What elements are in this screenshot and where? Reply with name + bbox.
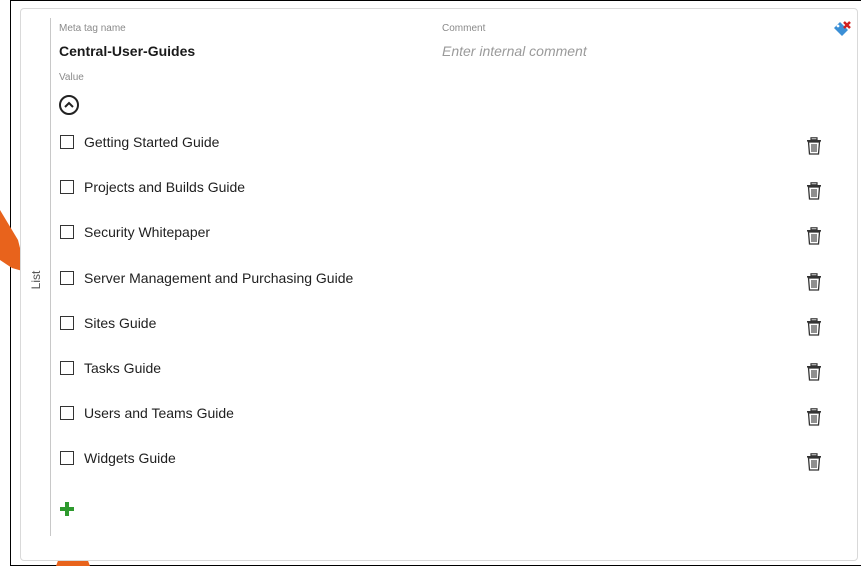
comment-input[interactable]: [442, 43, 742, 59]
list-item: Sites Guide: [60, 314, 830, 336]
add-item-button[interactable]: [60, 502, 74, 516]
item-label: Sites Guide: [84, 315, 157, 331]
comment-label: Comment: [442, 23, 486, 34]
item-label: Users and Teams Guide: [84, 405, 234, 421]
trash-icon[interactable]: [806, 273, 822, 291]
item-checkbox[interactable]: [60, 451, 74, 465]
value-label: Value: [59, 72, 84, 83]
list-item: Getting Started Guide: [60, 133, 830, 155]
trash-icon[interactable]: [806, 182, 822, 200]
trash-icon[interactable]: [806, 408, 822, 426]
trash-icon[interactable]: [806, 363, 822, 381]
item-label: Tasks Guide: [84, 360, 162, 376]
list-side-line: [50, 18, 51, 536]
item-label: Security Whitepaper: [84, 224, 211, 240]
item-checkbox[interactable]: [60, 361, 74, 375]
trash-icon[interactable]: [806, 227, 822, 245]
tag-remove-icon[interactable]: [832, 20, 852, 40]
item-checkbox[interactable]: [60, 180, 74, 194]
list-item: Projects and Builds Guide: [60, 178, 830, 200]
list-item: Widgets Guide: [60, 449, 830, 471]
trash-icon[interactable]: [806, 137, 822, 155]
item-label: Server Management and Purchasing Guide: [84, 270, 354, 286]
item-checkbox[interactable]: [60, 135, 74, 149]
collapse-button[interactable]: [59, 95, 79, 115]
list-side-label: List: [29, 270, 43, 290]
item-label: Widgets Guide: [84, 450, 176, 466]
item-label: Getting Started Guide: [84, 134, 220, 150]
list-item: Users and Teams Guide: [60, 404, 830, 426]
item-checkbox[interactable]: [60, 225, 74, 239]
list-item: Tasks Guide: [60, 359, 830, 381]
trash-icon[interactable]: [806, 318, 822, 336]
chevron-up-icon: [64, 101, 74, 108]
item-checkbox[interactable]: [60, 406, 74, 420]
list-item: Server Management and Purchasing Guide: [60, 269, 830, 291]
meta-tag-name-value[interactable]: Central-User-Guides: [59, 43, 195, 59]
item-checkbox[interactable]: [60, 316, 74, 330]
trash-icon[interactable]: [806, 453, 822, 471]
meta-tag-name-label: Meta tag name: [59, 23, 126, 34]
list-item: Security Whitepaper: [60, 223, 830, 245]
item-label: Projects and Builds Guide: [84, 179, 246, 195]
item-checkbox[interactable]: [60, 271, 74, 285]
